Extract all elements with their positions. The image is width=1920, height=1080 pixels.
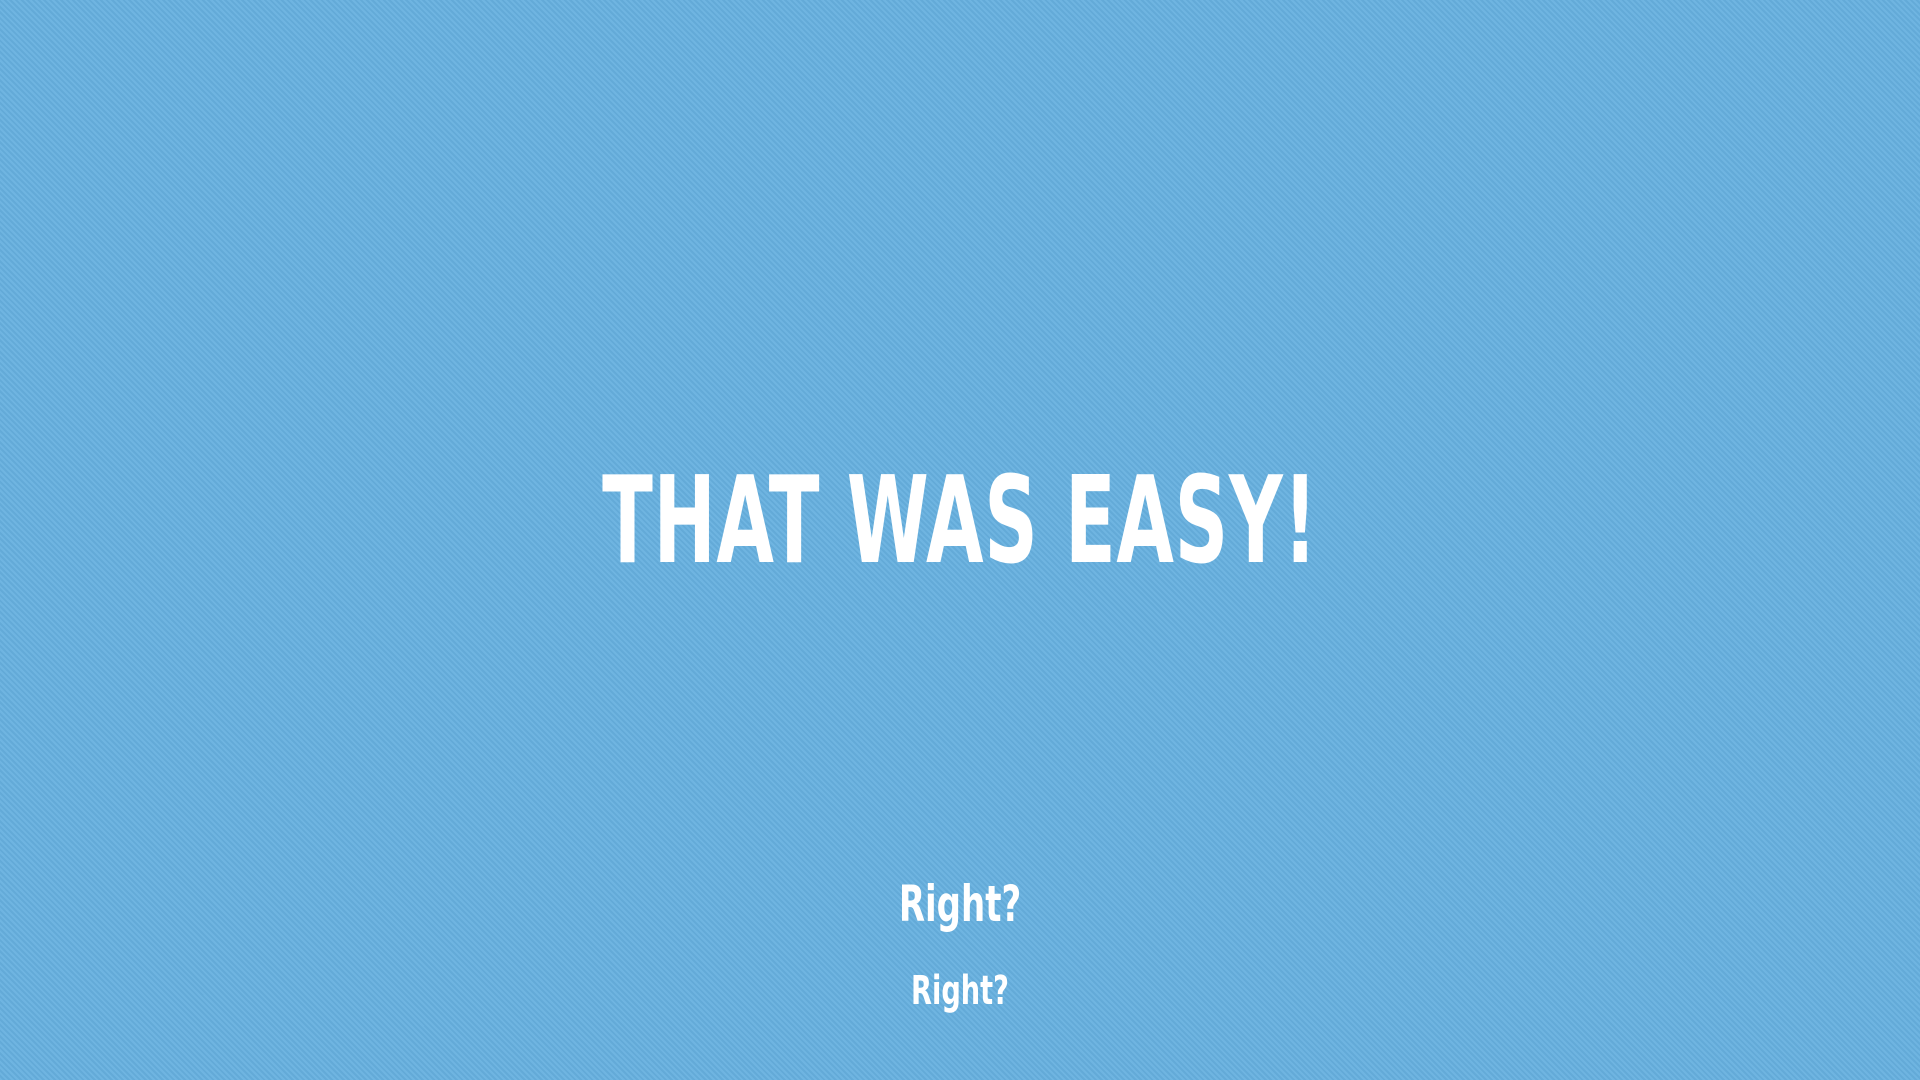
slide-subline-secondary: Right?	[911, 968, 1009, 1014]
slide-subline-primary: Right?	[898, 875, 1022, 933]
slide-headline: THAT WAS EASY!	[602, 452, 1318, 591]
presentation-slide: THAT WAS EASY! Right? Right?	[0, 0, 1920, 1080]
